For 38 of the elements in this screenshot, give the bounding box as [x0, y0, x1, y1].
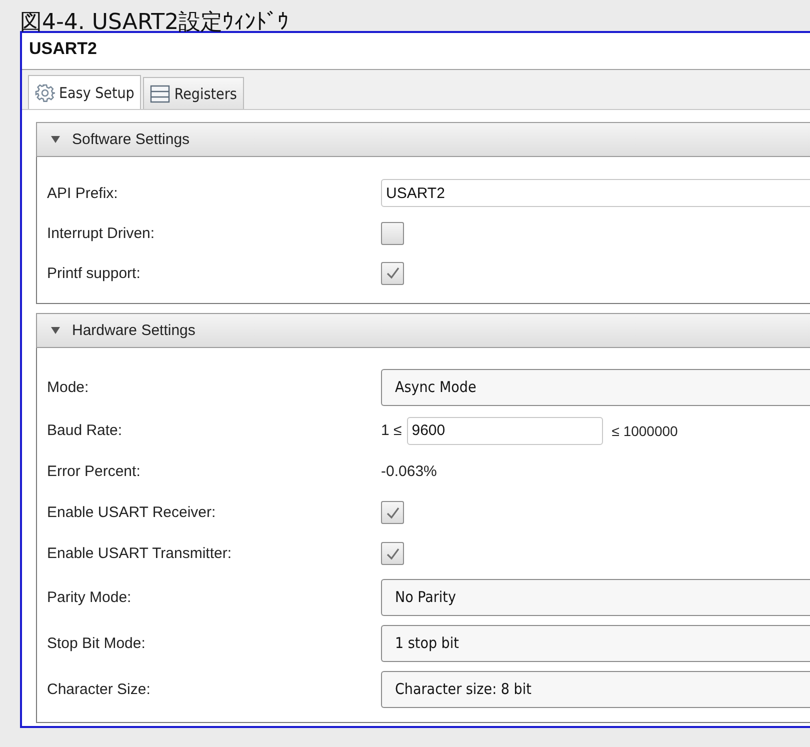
- range-max-text: ≤ 1000000: [612, 422, 678, 438]
- collapse-triangle-icon: [51, 136, 60, 143]
- field-label: Enable USART Transmitter:: [47, 545, 233, 562]
- figure-caption: 図4-4. USART2設定ｳｨﾝﾄﾞｳ: [19, 9, 290, 31]
- section-title: Hardware Settings: [72, 322, 196, 339]
- checkbox[interactable]: [381, 262, 404, 284]
- field-label: Mode:: [47, 378, 90, 396]
- input-field[interactable]: USART2: [381, 179, 810, 207]
- checkmark-icon: [386, 267, 400, 279]
- tab[interactable]: Registers: [143, 77, 244, 109]
- field-label: Printf support:: [47, 264, 142, 282]
- checkmark-icon: [386, 548, 400, 560]
- dropdown[interactable]: Async Mode: [381, 368, 810, 406]
- dropdown[interactable]: 1 stop bit: [381, 624, 810, 662]
- section-header[interactable]: Hardware Settings: [36, 313, 810, 348]
- gear-icon: [35, 82, 55, 102]
- field-label: Baud Rate:: [47, 422, 124, 439]
- section-title: Software Settings: [72, 131, 190, 148]
- checkbox[interactable]: [381, 501, 404, 524]
- field-label: API Prefix:: [47, 184, 119, 202]
- input-field[interactable]: 9600: [406, 416, 603, 444]
- tab[interactable]: Easy Setup: [28, 75, 142, 109]
- dropdown[interactable]: No Parity: [381, 578, 810, 616]
- checkbox[interactable]: [381, 542, 404, 565]
- dropdown[interactable]: Character size: 8 bit: [381, 670, 810, 708]
- value-text: -0.063%: [381, 463, 437, 480]
- checkbox[interactable]: [381, 222, 404, 244]
- checkmark-icon: [386, 506, 400, 518]
- list-icon: [150, 84, 170, 102]
- field-label: Parity Mode:: [47, 588, 132, 606]
- field-label: Enable USART Receiver:: [47, 504, 217, 521]
- range-min-text: 1 ≤: [381, 422, 402, 439]
- field-label: Character Size:: [47, 680, 152, 698]
- field-label: Error Percent:: [47, 463, 142, 480]
- field-label: Interrupt Driven:: [47, 224, 156, 242]
- section-header[interactable]: Software Settings: [36, 122, 810, 157]
- field-label: Stop Bit Mode:: [47, 634, 146, 652]
- collapse-triangle-icon: [51, 327, 60, 334]
